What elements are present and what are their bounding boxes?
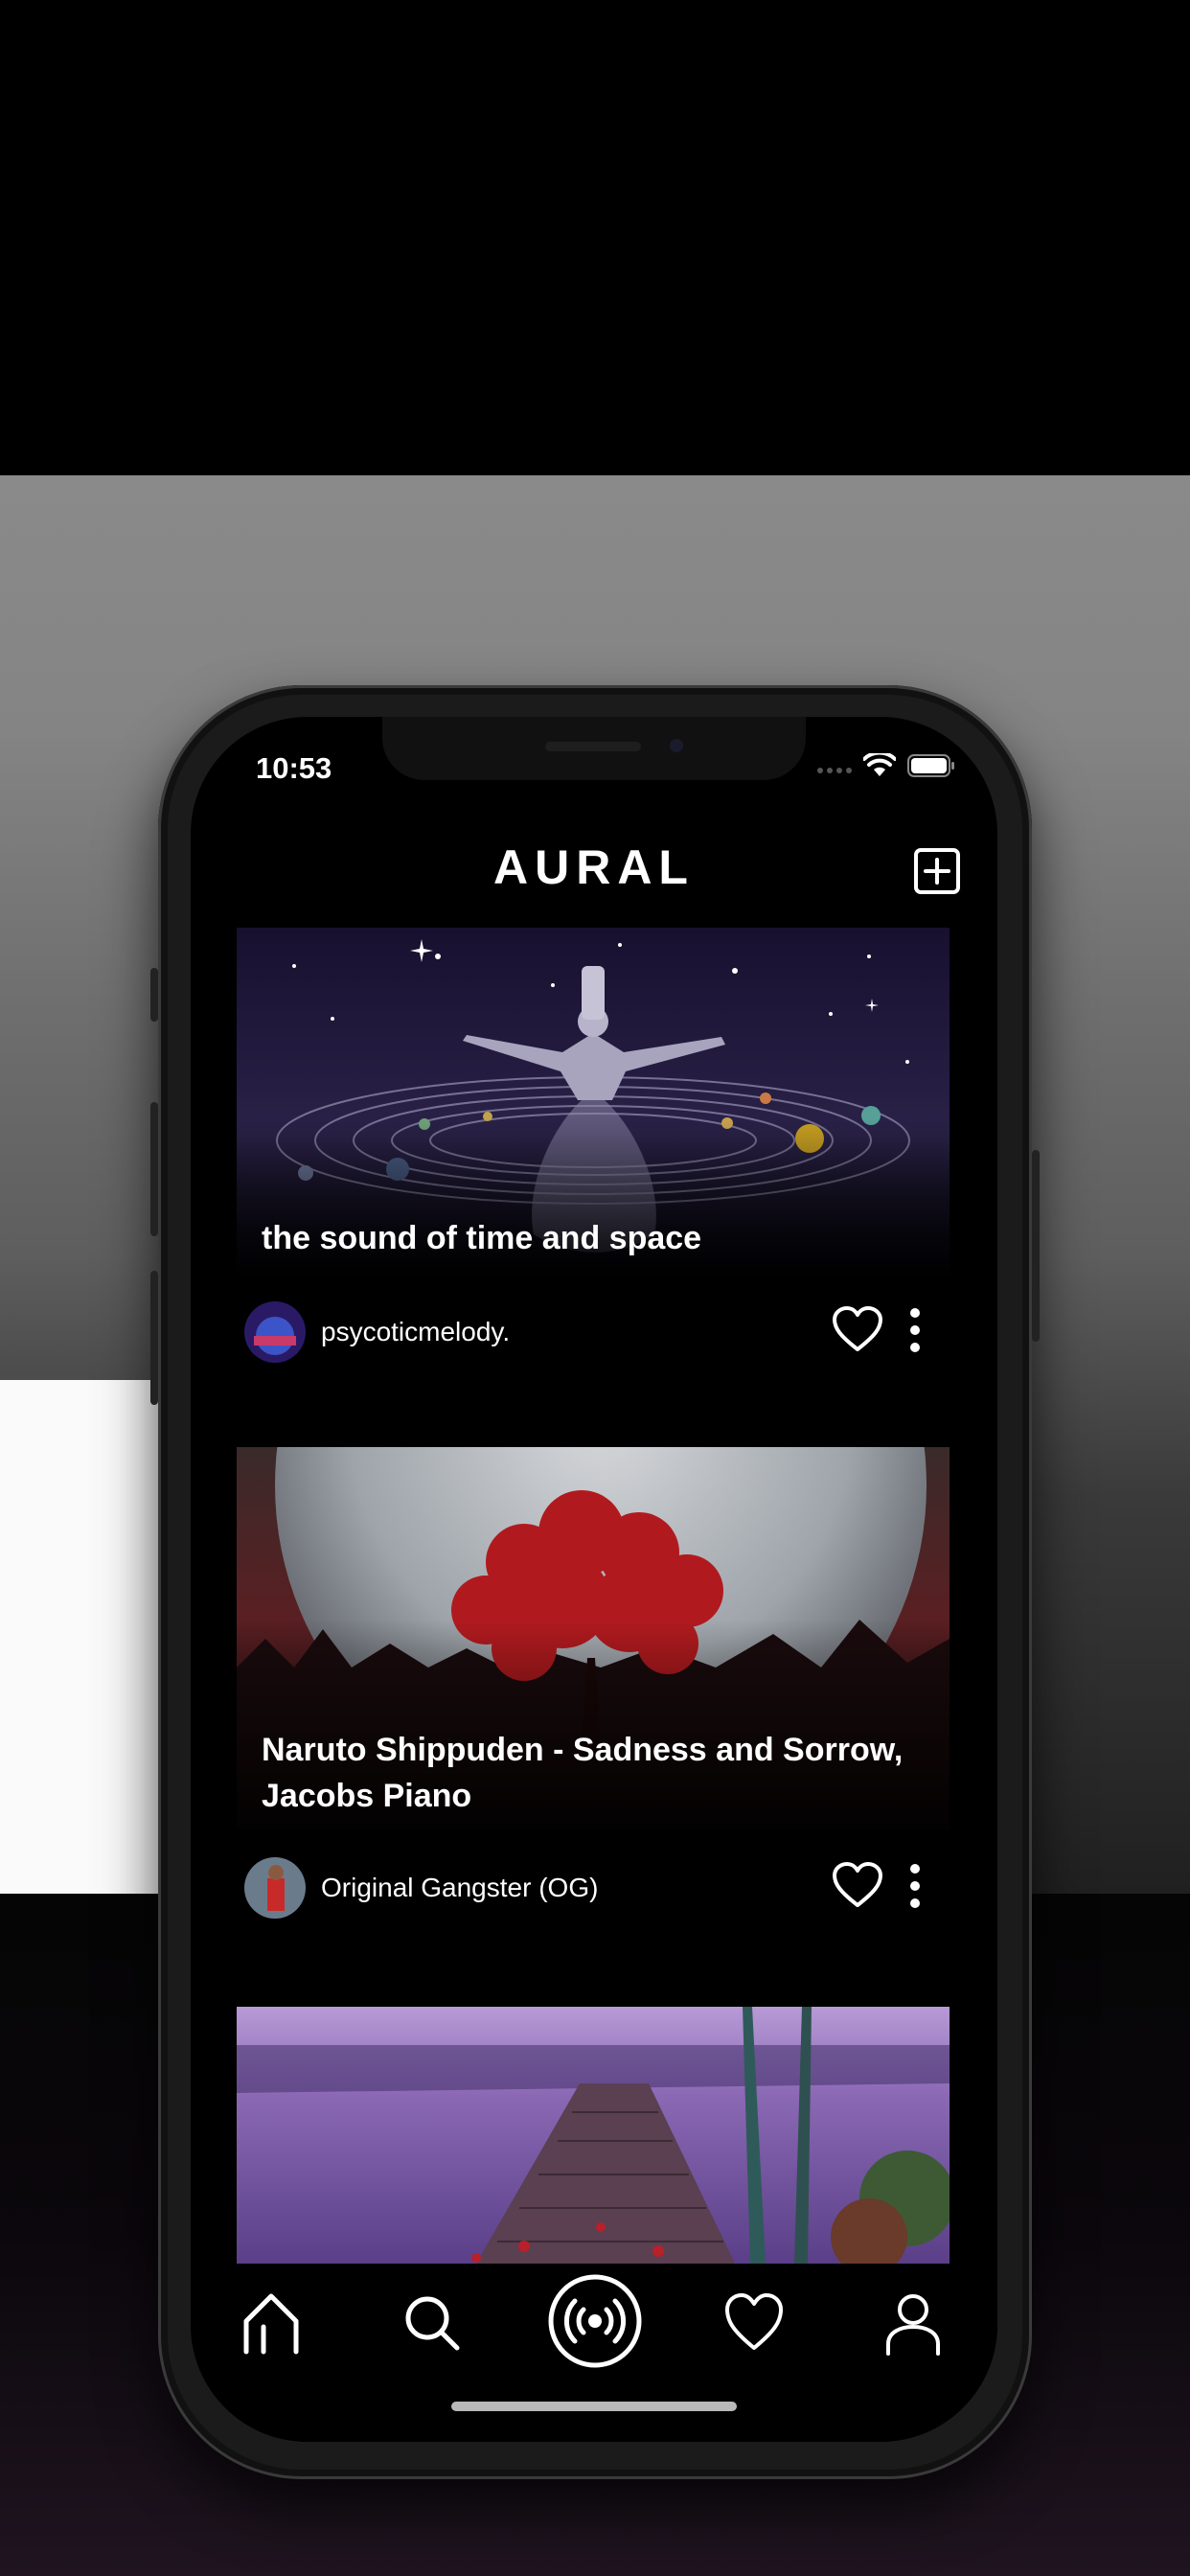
author-name[interactable]: psycoticmelody. — [321, 1317, 510, 1347]
status-icons — [817, 753, 955, 778]
add-post-button[interactable] — [913, 847, 961, 895]
more-vertical-icon — [910, 1864, 920, 1908]
like-button[interactable] — [831, 1303, 884, 1357]
tab-favorites[interactable] — [720, 2288, 789, 2358]
tab-broadcast[interactable] — [547, 2273, 643, 2369]
notch — [382, 717, 806, 780]
broadcast-icon — [548, 2274, 642, 2368]
like-button[interactable] — [831, 1859, 884, 1913]
heart-icon — [833, 1862, 882, 1907]
phone-screen: 10:53 AURAL the sound of time and space … — [191, 717, 997, 2442]
heart-icon — [833, 1306, 882, 1351]
speaker-grille — [545, 742, 641, 751]
front-camera — [670, 739, 683, 752]
avatar-image — [244, 1857, 306, 1919]
heart-icon — [725, 2293, 783, 2350]
tab-search[interactable] — [398, 2288, 467, 2358]
more-vertical-icon — [910, 1308, 920, 1352]
card-1-meta: psycoticmelody. — [244, 1300, 950, 1367]
home-icon — [243, 2293, 299, 2355]
battery-icon — [907, 754, 954, 777]
wifi-icon — [863, 753, 896, 776]
author-avatar[interactable] — [244, 1857, 306, 1919]
home-indicator[interactable] — [451, 2402, 737, 2411]
card-2-title[interactable]: Naruto Shippuden - Sadness and Sorrow, J… — [262, 1727, 913, 1819]
app-title: AURAL — [493, 840, 695, 894]
author-avatar[interactable] — [244, 1301, 306, 1363]
author-name[interactable]: Original Gangster (OG) — [321, 1873, 598, 1903]
backdrop-white-slab — [0, 1380, 172, 1894]
card-3-cover[interactable] — [237, 2007, 950, 2264]
volume-up-button — [150, 1102, 158, 1236]
tab-home[interactable] — [237, 2288, 306, 2358]
profile-icon — [886, 2294, 940, 2356]
backdrop-top — [0, 0, 1190, 475]
search-icon — [405, 2296, 460, 2351]
power-button — [1032, 1150, 1040, 1342]
plus-square-icon — [914, 848, 960, 894]
signal-icon — [817, 758, 852, 773]
more-options-button[interactable] — [904, 1305, 927, 1355]
cover-image-lake-dock — [237, 2007, 950, 2264]
tab-bar — [191, 2264, 997, 2442]
card-2-meta: Original Gangster (OG) — [244, 1855, 950, 1922]
avatar-image — [244, 1301, 306, 1363]
volume-down-button — [150, 1271, 158, 1405]
mute-switch — [150, 968, 158, 1022]
status-time: 10:53 — [256, 751, 332, 785]
more-options-button[interactable] — [904, 1861, 927, 1911]
card-1-title[interactable]: the sound of time and space — [262, 1215, 913, 1261]
tab-profile[interactable] — [879, 2288, 948, 2358]
